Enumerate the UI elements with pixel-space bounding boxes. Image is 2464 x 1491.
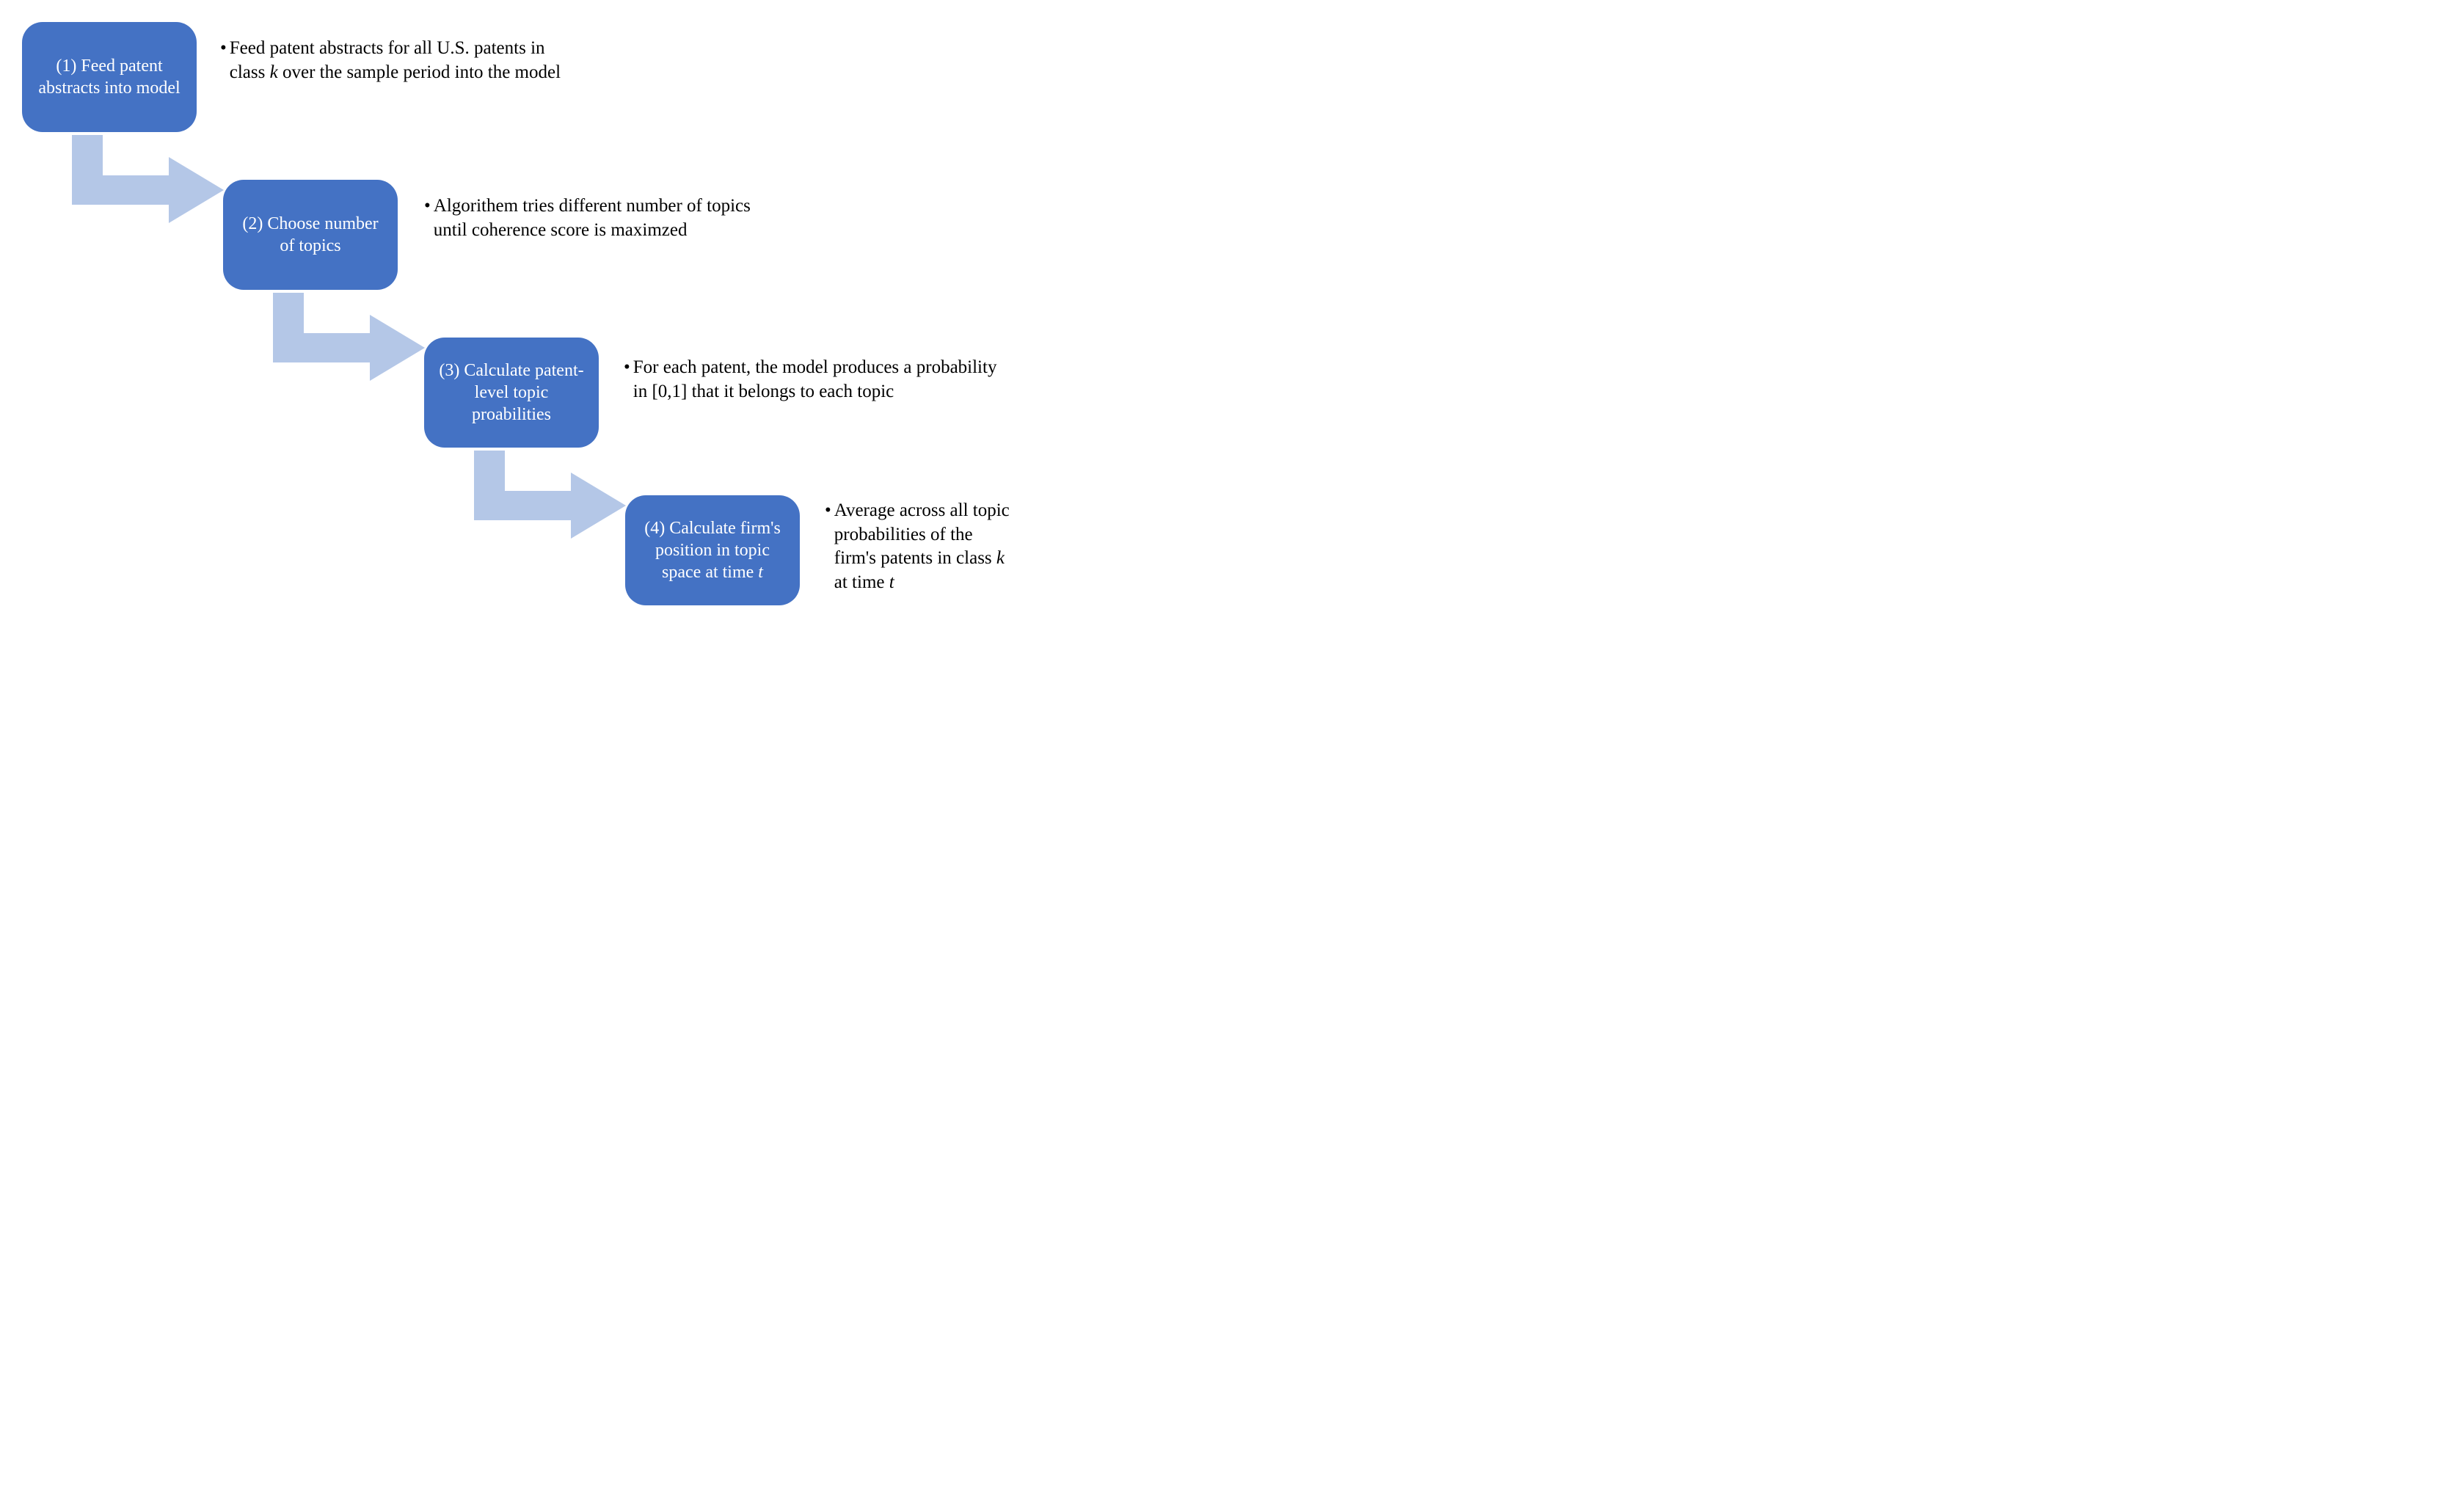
arrow-step-1-to-2	[51, 135, 224, 241]
arrow-step-2-to-3	[252, 293, 425, 399]
step-1-box: (1) Feed patent abstracts into model	[22, 22, 197, 132]
step-2-desc-text: Algorithem tries different number of top…	[434, 194, 769, 242]
step-3-description: • For each patent, the model produces a …	[624, 356, 1005, 404]
step-1-label: (1) Feed patent abstracts into model	[32, 55, 186, 99]
step-2-box: (2) Choose number of topics	[223, 180, 398, 290]
step-4-box: (4) Calculate firm's position in topic s…	[625, 495, 800, 605]
step-1-desc-text: Feed patent abstracts for all U.S. paten…	[230, 37, 565, 84]
arrow-step-3-to-4	[453, 451, 626, 557]
step-4-label: (4) Calculate firm's position in topic s…	[635, 517, 790, 583]
bullet-icon: •	[424, 194, 431, 219]
bullet-icon: •	[220, 37, 227, 61]
step-2-description: • Algorithem tries different number of t…	[424, 194, 769, 242]
step-4-desc-text: Average across all topic probabilities o…	[834, 499, 1016, 594]
step-2-label: (2) Choose number of topics	[233, 213, 387, 257]
bullet-icon: •	[624, 356, 630, 380]
step-3-box: (3) Calculate patent-level topic proabil…	[424, 338, 599, 448]
process-flow-diagram: (1) Feed patent abstracts into model • F…	[22, 22, 1020, 660]
step-3-label: (3) Calculate patent-level topic proabil…	[434, 360, 588, 426]
bullet-icon: •	[825, 499, 831, 523]
step-4-description: • Average across all topic probabilities…	[825, 499, 1016, 594]
step-3-desc-text: For each patent, the model produces a pr…	[633, 356, 1005, 404]
step-1-description: • Feed patent abstracts for all U.S. pat…	[220, 37, 565, 84]
